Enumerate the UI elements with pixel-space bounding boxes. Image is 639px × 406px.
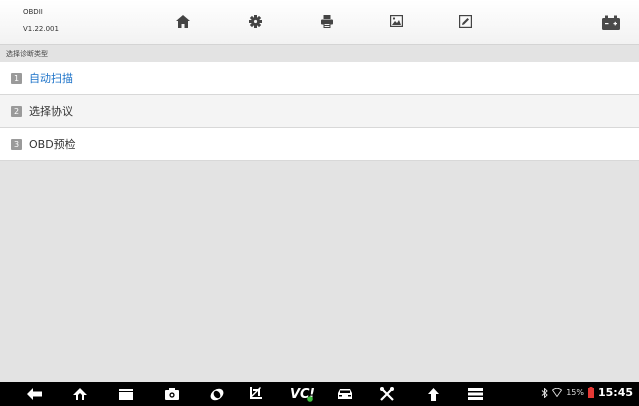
item-number-badge: 3	[11, 138, 22, 150]
battery-low-icon	[587, 387, 594, 398]
android-navigation-bar: VC! 15% 15:45	[0, 382, 639, 406]
vci-button[interactable]: VC!	[290, 385, 316, 403]
home-icon	[176, 14, 190, 28]
print-button[interactable]	[317, 11, 337, 31]
clock: 15:45	[597, 386, 633, 399]
bluetooth-icon	[541, 387, 548, 398]
browser-button[interactable]	[208, 385, 226, 403]
recent-apps-icon	[119, 388, 133, 400]
home-outline-icon	[73, 388, 87, 400]
menu-list-button[interactable]	[466, 385, 484, 403]
menu-item-auto-scan[interactable]: 1 自动扫描	[0, 62, 639, 95]
edit-note-icon	[458, 14, 472, 28]
camera-button[interactable]	[163, 385, 181, 403]
svg-text:VC: VC	[290, 387, 310, 402]
app-header: OBDII V1.22.001	[0, 0, 639, 45]
list-menu-icon	[467, 388, 483, 400]
recent-apps-button[interactable]	[117, 385, 135, 403]
vehicle-battery-icon	[602, 15, 620, 30]
app-name: OBDII	[23, 8, 43, 16]
menu-item-label: OBD预检	[29, 138, 76, 151]
camera-icon	[165, 388, 179, 400]
edit-button[interactable]	[455, 11, 475, 31]
page-subtitle: 选择诊断类型	[6, 50, 48, 58]
print-icon	[321, 14, 333, 28]
wifi-icon	[552, 388, 563, 397]
screenshot-icon	[389, 15, 403, 27]
car-icon	[338, 389, 352, 399]
menu-item-select-protocol[interactable]: 2 选择协议	[0, 95, 639, 128]
tools-button[interactable]	[378, 385, 396, 403]
app-version: V1.22.001	[23, 25, 59, 33]
up-arrow-icon	[427, 387, 439, 401]
diagnosis-type-list: 1 自动扫描 2 选择协议 3 OBD预检	[0, 62, 639, 161]
menu-item-label: 选择协议	[29, 105, 73, 118]
settings-button[interactable]	[245, 11, 265, 31]
wrench-screwdriver-icon	[380, 387, 394, 401]
crop-icon	[250, 387, 262, 399]
battery-percent: 15%	[566, 388, 584, 397]
screenshot-button[interactable]	[386, 11, 406, 31]
item-number-badge: 2	[11, 105, 22, 117]
home-nav-button[interactable]	[71, 385, 89, 403]
vehicle-button[interactable]	[336, 385, 354, 403]
settings-icon	[248, 14, 262, 28]
status-area: 15% 15:45	[541, 386, 633, 399]
menu-item-obd-precheck[interactable]: 3 OBD预检	[0, 128, 639, 161]
crop-button[interactable]	[246, 385, 264, 403]
item-number-badge: 1	[11, 72, 22, 84]
back-arrow-icon	[26, 388, 42, 400]
vehicle-battery-button[interactable]	[598, 9, 624, 35]
vci-connection-icon: VC!	[290, 387, 315, 402]
browser-icon	[210, 388, 224, 400]
upload-button[interactable]	[424, 385, 442, 403]
home-button[interactable]	[173, 11, 193, 31]
menu-item-label: 自动扫描	[29, 72, 73, 85]
back-button[interactable]	[25, 385, 43, 403]
